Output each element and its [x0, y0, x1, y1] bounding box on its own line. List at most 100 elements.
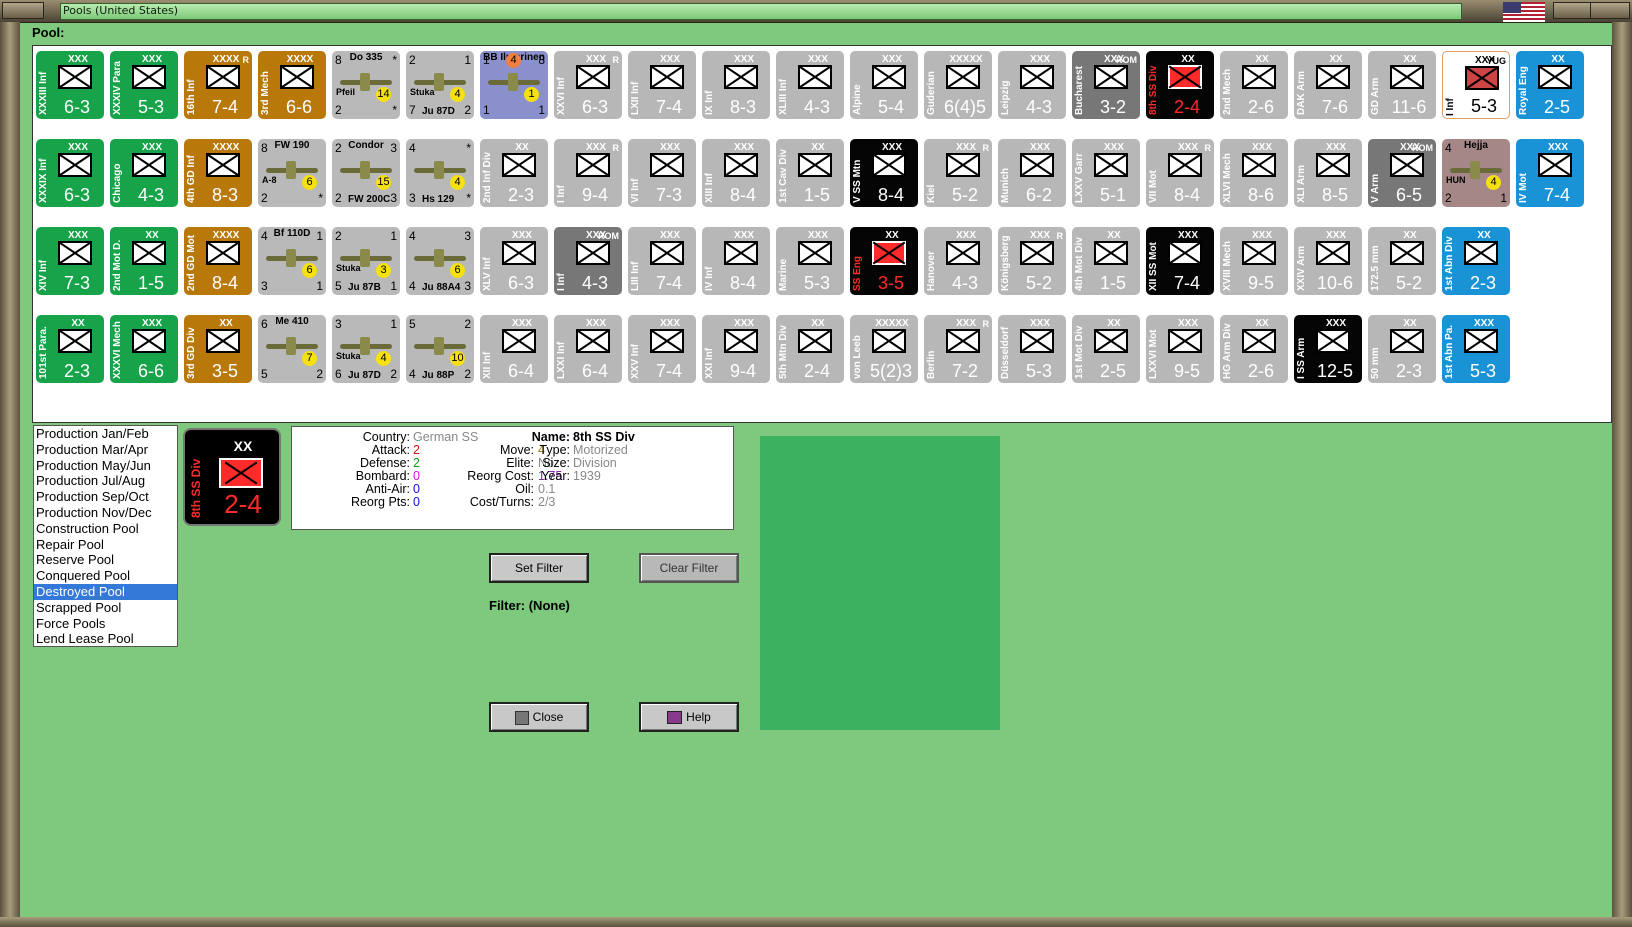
unit-counter[interactable]: 4th GD Inf XXXX 8-3 — [184, 139, 252, 207]
help-button[interactable]: Help — [639, 702, 739, 732]
unit-counter[interactable]: I SS Arm XXX 12-5 — [1294, 315, 1362, 383]
unit-counter[interactable]: IX Inf XXX 8-3 — [702, 51, 770, 119]
system-menu-button[interactable] — [2, 2, 44, 19]
pool-list-item[interactable]: Conquered Pool — [34, 568, 177, 584]
unit-counter[interactable]: XXI Inf XXX 9-4 — [702, 315, 770, 383]
unit-counter[interactable]: FW 190 A-8 8 2 * 6 — [258, 139, 326, 207]
pool-list-item[interactable]: Production Sep/Oct — [34, 489, 177, 505]
unit-counter[interactable]: XXXIII Inf XXX 6-3 — [36, 51, 104, 119]
unit-counter[interactable]: XXXIV Para XXX 5-3 — [110, 51, 178, 119]
unit-counter[interactable]: 5 2 4 2 Ju 88P 10 — [406, 315, 474, 383]
unit-counter[interactable]: Munich XXX 6-2 — [998, 139, 1066, 207]
pool-list-item[interactable]: Repair Pool — [34, 537, 177, 553]
unit-counter[interactable]: Bucharest XXX 3-2 ROM — [1072, 51, 1140, 119]
unit-counter[interactable]: Chicago XXX 4-3 — [110, 139, 178, 207]
unit-counter[interactable]: Berlin XXX 7-2 R — [924, 315, 992, 383]
pool-list-item[interactable]: Production Jan/Feb — [34, 426, 177, 442]
unit-counter[interactable]: V SS Mtn XXX 8-4 — [850, 139, 918, 207]
unit-counter[interactable]: LXXI Inf XXX 6-4 — [554, 315, 622, 383]
unit-counter[interactable]: XXV Inf XXX 7-4 — [628, 315, 696, 383]
unit-counter[interactable]: Hanover XXX 4-3 — [924, 227, 992, 295]
unit-counter[interactable]: HG Arm Div XX 2-6 — [1220, 315, 1288, 383]
unit-counter[interactable]: DAK Arm XX 7-6 — [1294, 51, 1362, 119]
unit-counter[interactable]: I Inf XXX 5-3 YUG — [1442, 51, 1510, 119]
pool-list-item[interactable]: Production Nov/Dec — [34, 505, 177, 521]
unit-counter[interactable]: 1st Cav Div XX 1-5 — [776, 139, 844, 207]
unit-counter[interactable]: 3rd Mech XXXX 6-6 — [258, 51, 326, 119]
close-window-button[interactable] — [1590, 2, 1630, 19]
unit-counter[interactable]: XLV Inf XXX 6-3 — [480, 227, 548, 295]
pool-listbox[interactable]: Production Jan/Feb Production Mar/Apr Prod… — [33, 425, 178, 647]
unit-counter[interactable]: Königsberg XXX 5-2 R — [998, 227, 1066, 295]
unit-counter[interactable]: LXXVI Mot XXX 9-5 — [1146, 315, 1214, 383]
unit-counter[interactable]: 4 * 3 * Hs 129 4 — [406, 139, 474, 207]
unit-counter[interactable]: 16th Inf XXXX 7-4 R — [184, 51, 252, 119]
unit-counter[interactable]: XXVI Inf XXX 6-3 R — [554, 51, 622, 119]
unit-counter[interactable]: LIII Inf XXX 7-4 — [628, 227, 696, 295]
unit-counter[interactable]: 2nd Inf Div XX 2-3 — [480, 139, 548, 207]
unit-counter[interactable]: XII Inf XXX 6-4 — [480, 315, 548, 383]
unit-counter[interactable]: Kiel XXX 5-2 R — [924, 139, 992, 207]
unit-counter[interactable]: 3rd GD Div XX 3-5 — [184, 315, 252, 383]
unit-counter[interactable]: XVIII Mech XXX 9-5 — [1220, 227, 1288, 295]
unit-counter[interactable]: 8th SS Div XX 2-4 — [1146, 51, 1214, 119]
unit-counter[interactable]: VII Mot XXX 8-4 R — [1146, 139, 1214, 207]
unit-counter[interactable]: 2nd Mech XX 2-6 — [1220, 51, 1288, 119]
pool-list-item[interactable]: Production Mar/Apr — [34, 442, 177, 458]
unit-counter[interactable]: Do 335 Pfeil 8 * 2 * 14 — [332, 51, 400, 119]
unit-counter[interactable]: 172.5 mm XX 5-2 — [1368, 227, 1436, 295]
unit-counter[interactable]: GD Arm XX 11-6 — [1368, 51, 1436, 119]
pool-list-item[interactable]: Construction Pool — [34, 521, 177, 537]
unit-counter[interactable]: Alpine XXX 5-4 — [850, 51, 918, 119]
unit-counter[interactable]: Leipzig XXX 4-3 — [998, 51, 1066, 119]
pool-list-item[interactable]: Lend Lease Pool — [34, 631, 177, 647]
pool-list-item[interactable]: Destroyed Pool — [34, 583, 177, 600]
unit-counter[interactable]: Condor 2 3 2 3 FW 200C 15 — [332, 139, 400, 207]
unit-counter[interactable]: 1st Mot Div XX 2-5 — [1072, 315, 1140, 383]
unit-counter[interactable]: Royal Eng XX 2-5 — [1516, 51, 1584, 119]
unit-counter[interactable]: V Arm XXX 6-5 ROM — [1368, 139, 1436, 207]
unit-counter[interactable]: Me 410 6 5 2 7 — [258, 315, 326, 383]
unit-counter[interactable]: XII SS Mot XXX 7-4 — [1146, 227, 1214, 295]
unit-counter[interactable]: 4th Mot Div XX 1-5 — [1072, 227, 1140, 295]
unit-counter[interactable]: IV Mot XXX 7-4 — [1516, 139, 1584, 207]
unit-counter[interactable]: XIII Inf XXX 8-4 — [702, 139, 770, 207]
unit-counter[interactable]: 1st Abn Pa. XXX 5-3 — [1442, 315, 1510, 383]
unit-counter[interactable]: XLIII Inf XXX 4-3 — [776, 51, 844, 119]
unit-counter[interactable]: VI Inf XXX 7-3 — [628, 139, 696, 207]
unit-counter[interactable]: I Inf XXX 9-4 R — [554, 139, 622, 207]
close-button[interactable]: Close — [489, 702, 589, 732]
unit-counter[interactable]: LXXV Garr XXX 5-1 — [1072, 139, 1140, 207]
unit-counter[interactable]: Bf 110D 4 1 3 1 6 — [258, 227, 326, 295]
unit-counter[interactable]: 50 mm XX 2-3 — [1368, 315, 1436, 383]
unit-counter[interactable]: XXXIX Inf XXX 6-3 — [36, 139, 104, 207]
minimize-button[interactable] — [1553, 2, 1595, 19]
unit-counter[interactable]: SS Eng XX 3-5 — [850, 227, 918, 295]
unit-counter[interactable]: XIV Inf XXX 7-3 — [36, 227, 104, 295]
unit-counter[interactable]: XLI Arm XXX 8-5 — [1294, 139, 1362, 207]
pool-list-item[interactable]: Reserve Pool — [34, 552, 177, 568]
unit-counter[interactable]: XLVI Mech XXX 8-6 — [1220, 139, 1288, 207]
unit-counter[interactable]: XXXVI Mech XXX 6-6 — [110, 315, 178, 383]
unit-counter[interactable]: 101st Para. XX 2-3 — [36, 315, 104, 383]
unit-counter[interactable]: Marine XXX 5-3 — [776, 227, 844, 295]
unit-counter[interactable]: 1st Abn Div XX 2-3 — [1442, 227, 1510, 295]
unit-counter[interactable]: 2nd GD Mot XXXX 8-4 — [184, 227, 252, 295]
pool-list-item[interactable]: Production May/Jun — [34, 458, 177, 474]
unit-counter[interactable]: BB Ilmarinen 1 8 1 1 4 1 — [480, 51, 548, 119]
unit-counter[interactable]: Stuka 2 1 5 1 Ju 87B 3 — [332, 227, 400, 295]
pool-list-item[interactable]: Production Jul/Aug — [34, 473, 177, 489]
unit-counter[interactable]: Düsseldorf XXX 5-3 — [998, 315, 1066, 383]
unit-counter[interactable]: LXII Inf XXX 7-4 — [628, 51, 696, 119]
unit-counter[interactable]: Stuka 3 1 6 2 Ju 87D 4 — [332, 315, 400, 383]
unit-counter[interactable]: 2nd Mot D. XX 1-5 — [110, 227, 178, 295]
unit-counter[interactable]: I Inf XXX 4-3 ROM — [554, 227, 622, 295]
pool-list-item[interactable]: Force Pools — [34, 616, 177, 632]
unit-counter[interactable]: Hejja HUN 4 2 1 4 — [1442, 139, 1510, 207]
unit-counter[interactable]: XXIV Arm XXX 10-6 — [1294, 227, 1362, 295]
unit-counter[interactable]: Stuka 2 1 7 2 Ju 87D 4 — [406, 51, 474, 119]
unit-counter[interactable]: IV Inf XXX 8-4 — [702, 227, 770, 295]
clear-filter-button[interactable]: Clear Filter — [639, 553, 739, 583]
set-filter-button[interactable]: Set Filter — [489, 553, 589, 583]
unit-counter[interactable]: von Leeb XXXXX 5(2)3 — [850, 315, 918, 383]
